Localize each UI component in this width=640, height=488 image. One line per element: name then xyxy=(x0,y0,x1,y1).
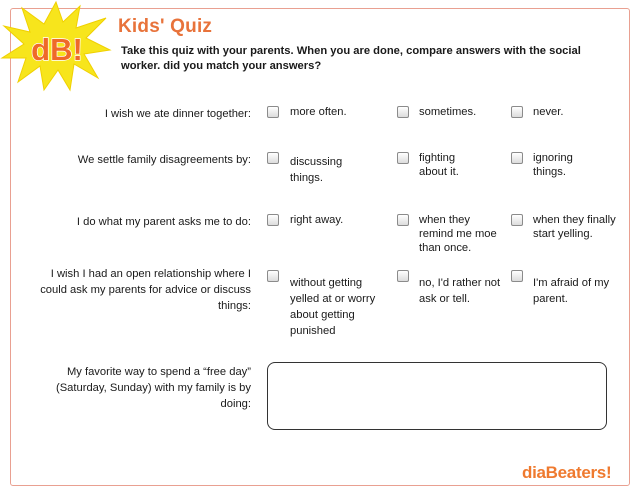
question-4-option-2-label: no, I'd rather not ask or tell. xyxy=(419,277,501,305)
free-day-answer-box[interactable] xyxy=(267,362,607,430)
question-4-option-2-checkbox[interactable] xyxy=(397,270,409,282)
question-3-option-3-label: when they finally start yelling. xyxy=(533,214,616,240)
free-day-label: My favorite way to spend a “free day” (S… xyxy=(55,366,251,410)
question-1-option-3-checkbox[interactable] xyxy=(511,106,523,118)
question-4-label: I wish I had an open relationship where … xyxy=(40,268,251,312)
question-2-option-1-checkbox[interactable] xyxy=(267,152,279,164)
question-4-option-3-checkbox[interactable] xyxy=(511,270,523,282)
logo-suffix: Beaters! xyxy=(545,463,612,482)
question-2-option-1-label: discussing things. xyxy=(290,156,343,184)
question-1-label: I wish we ate dinner together: xyxy=(104,108,251,120)
question-3-label: I do what my parent asks me to do: xyxy=(76,216,251,228)
question-1-option-2-label: sometimes. xyxy=(419,106,477,118)
question-3-option-3-checkbox[interactable] xyxy=(511,214,523,226)
question-2-option-2-label: fighting about it. xyxy=(419,152,459,178)
question-1-option-2-checkbox[interactable] xyxy=(397,106,409,118)
question-2-option-3-label: ignoring things. xyxy=(533,152,573,178)
question-4-option-1-checkbox[interactable] xyxy=(267,270,279,282)
logo-prefix: dia xyxy=(522,463,546,482)
question-3-option-2-checkbox[interactable] xyxy=(397,214,409,226)
question-2-label: We settle family disagreements by: xyxy=(77,154,251,166)
diabeaters-logo: diaBeaters! xyxy=(522,463,612,483)
question-4-option-3-label: I'm afraid of my parent. xyxy=(533,277,610,305)
db-badge-text: dB! xyxy=(31,32,83,67)
db-starburst-logo: dB! xyxy=(0,0,112,92)
question-1-option-1-checkbox[interactable] xyxy=(267,106,279,118)
question-4-option-1-label: without getting yelled at or worry about… xyxy=(290,277,376,337)
question-3-option-1-label: right away. xyxy=(290,214,344,226)
question-3-option-1-checkbox[interactable] xyxy=(267,214,279,226)
question-2-option-2-checkbox[interactable] xyxy=(397,152,409,164)
question-2-option-3-checkbox[interactable] xyxy=(511,152,523,164)
question-3-option-2-label: when they remind me moe than once. xyxy=(419,214,497,254)
question-1-option-3-label: never. xyxy=(533,106,564,118)
quiz-instructions: Take this quiz with your parents. When y… xyxy=(121,45,581,72)
page-title: Kids' Quiz xyxy=(118,16,213,37)
question-1-option-1-label: more often. xyxy=(290,106,347,118)
